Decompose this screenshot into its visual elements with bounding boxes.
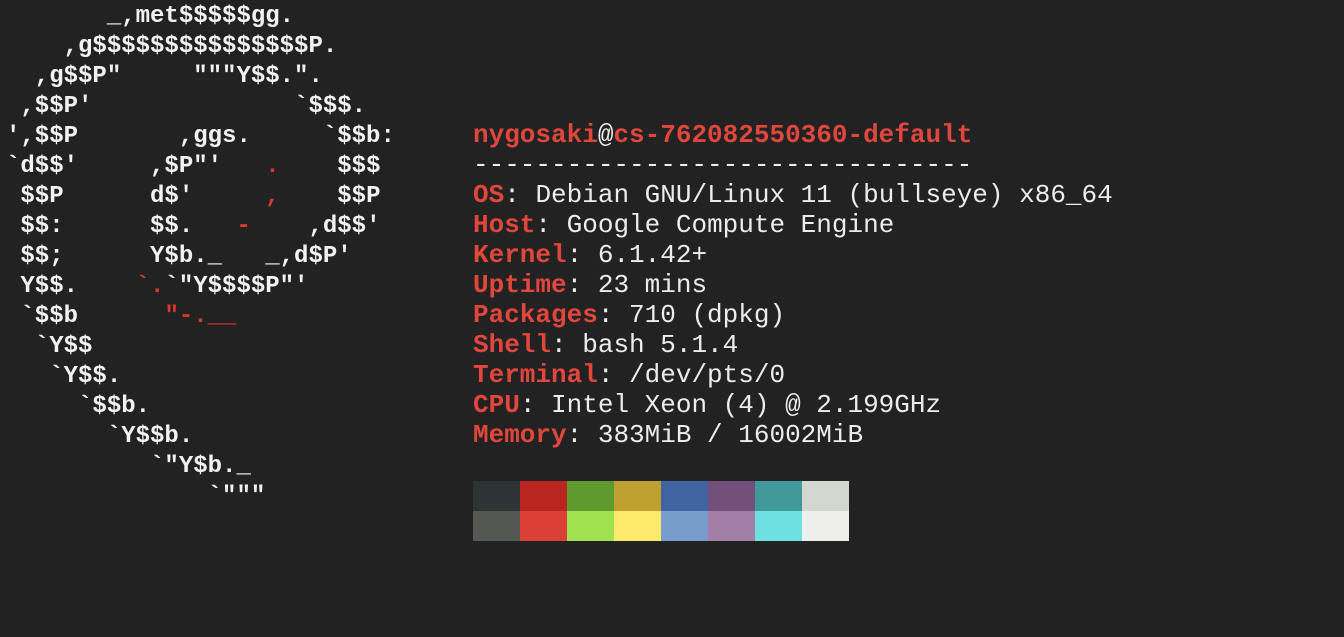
info-key: Uptime bbox=[473, 270, 567, 300]
info-key: Memory bbox=[473, 420, 567, 450]
color-swatch-bright bbox=[802, 511, 849, 541]
logo-segment: . bbox=[265, 153, 280, 180]
terminal-window[interactable]: _,met$$$$$gg. ,g$$$$$$$$$$$$$$$P. ,g$$P"… bbox=[0, 0, 1344, 637]
debian-ascii-logo: _,met$$$$$gg. ,g$$$$$$$$$$$$$$$P. ,g$$P"… bbox=[6, 2, 395, 512]
logo-segment: $$$ bbox=[279, 153, 381, 180]
color-swatch-normal bbox=[802, 481, 849, 511]
info-key-separator: : bbox=[566, 420, 598, 450]
info-row-host: Host: Google Compute Engine bbox=[473, 210, 1113, 240]
info-key-separator: : bbox=[535, 210, 567, 240]
info-key-separator: : bbox=[551, 330, 583, 360]
info-value: 383MiB / 16002MiB bbox=[597, 420, 864, 450]
hostname: cs-762082550360-default bbox=[613, 120, 973, 150]
logo-segment: - bbox=[236, 213, 251, 240]
logo-segment: `$$b bbox=[6, 303, 165, 330]
color-swatch-bright bbox=[520, 511, 567, 541]
info-value: Google Compute Engine bbox=[566, 210, 895, 240]
username: nygosaki bbox=[473, 120, 598, 150]
logo-segment: `Y$$ bbox=[6, 333, 93, 360]
info-key-separator: : bbox=[504, 180, 536, 210]
info-value: Debian GNU/Linux 11 (bullseye) x86_64 bbox=[535, 180, 1113, 210]
color-swatch-normal bbox=[708, 481, 755, 511]
color-swatch-normal bbox=[520, 481, 567, 511]
info-key-separator: : bbox=[597, 360, 630, 390]
color-swatch-bright bbox=[755, 511, 802, 541]
info-key-separator: : bbox=[597, 300, 630, 330]
logo-segment: _,met$$$$$gg. bbox=[6, 3, 295, 30]
info-value: /dev/pts/0 bbox=[629, 360, 786, 390]
logo-segment: `Y$$b. bbox=[6, 423, 194, 450]
system-info-panel: nygosaki@cs-762082550360-default -------… bbox=[473, 120, 1113, 450]
logo-segment: $$P bbox=[279, 183, 381, 210]
logo-segment: ,$$P' `$$$. bbox=[6, 93, 367, 120]
logo-segment: `$$b. bbox=[6, 393, 151, 420]
info-row-os: OS: Debian GNU/Linux 11 (bullseye) x86_6… bbox=[473, 180, 1113, 210]
info-row-memory: Memory: 383MiB / 16002MiB bbox=[473, 420, 1113, 450]
color-swatch-normal bbox=[567, 481, 614, 511]
info-key: OS bbox=[473, 180, 505, 210]
logo-segment: `""" bbox=[6, 483, 266, 510]
info-row-terminal: Terminal: /dev/pts/0 bbox=[473, 360, 1113, 390]
info-key-separator: : bbox=[519, 390, 552, 420]
color-swatch-bright bbox=[567, 511, 614, 541]
info-key: Shell bbox=[473, 330, 552, 360]
info-key: Host bbox=[473, 210, 536, 240]
logo-segment: Y$$. bbox=[6, 273, 136, 300]
color-swatch-normal bbox=[473, 481, 520, 511]
info-key-separator: : bbox=[566, 240, 598, 270]
info-row-cpu: CPU: Intel Xeon (4) @ 2.199GHz bbox=[473, 390, 1113, 420]
color-swatch-bright bbox=[614, 511, 661, 541]
logo-segment: $$; Y$b._ _,d$P' bbox=[6, 243, 352, 270]
user-host-line: nygosaki@cs-762082550360-default bbox=[473, 120, 1113, 150]
info-key-separator: : bbox=[566, 270, 598, 300]
color-swatch-bright bbox=[473, 511, 520, 541]
info-row-packages: Packages: 710 (dpkg) bbox=[473, 300, 1113, 330]
color-swatch-normal bbox=[661, 481, 708, 511]
info-key: Packages bbox=[473, 300, 598, 330]
color-swatch-normal bbox=[755, 481, 802, 511]
info-value: bash 5.1.4 bbox=[582, 330, 739, 360]
color-swatch-normal bbox=[614, 481, 661, 511]
logo-segment: ,g$$P" """Y$$.". bbox=[6, 63, 323, 90]
color-swatch-bright bbox=[708, 511, 755, 541]
color-palette bbox=[473, 481, 849, 541]
info-key: CPU bbox=[473, 390, 520, 420]
separator-line: -------------------------------- bbox=[473, 150, 973, 180]
logo-segment: , bbox=[265, 183, 280, 210]
info-row-shell: Shell: bash 5.1.4 bbox=[473, 330, 1113, 360]
logo-segment: `"Y$$$$P"' bbox=[164, 273, 309, 300]
logo-segment: `Y$$. bbox=[6, 363, 122, 390]
logo-segment: $$P d$' bbox=[6, 183, 266, 210]
at-sign: @ bbox=[597, 120, 614, 150]
logo-segment: `"Y$b._ bbox=[6, 453, 251, 480]
info-row-uptime: Uptime: 23 mins bbox=[473, 270, 1113, 300]
info-key: Kernel bbox=[473, 240, 567, 270]
info-key: Terminal bbox=[473, 360, 598, 390]
logo-segment: ,d$$' bbox=[250, 213, 381, 240]
color-swatch-bright bbox=[661, 511, 708, 541]
info-value: 23 mins bbox=[597, 270, 708, 300]
logo-segment: "-.__ bbox=[164, 303, 237, 330]
info-value: 710 (dpkg) bbox=[629, 300, 786, 330]
info-row-kernel: Kernel: 6.1.42+ bbox=[473, 240, 1113, 270]
logo-segment: `. bbox=[135, 273, 165, 300]
info-value: Intel Xeon (4) @ 2.199GHz bbox=[551, 390, 942, 420]
info-value: 6.1.42+ bbox=[597, 240, 708, 270]
logo-segment: $$: $$. bbox=[6, 213, 237, 240]
logo-segment: ',$$P ,ggs. `$$b: bbox=[6, 123, 395, 150]
logo-segment: ,g$$$$$$$$$$$$$$$P. bbox=[6, 33, 338, 60]
logo-segment: `d$$' ,$P"' bbox=[6, 153, 266, 180]
